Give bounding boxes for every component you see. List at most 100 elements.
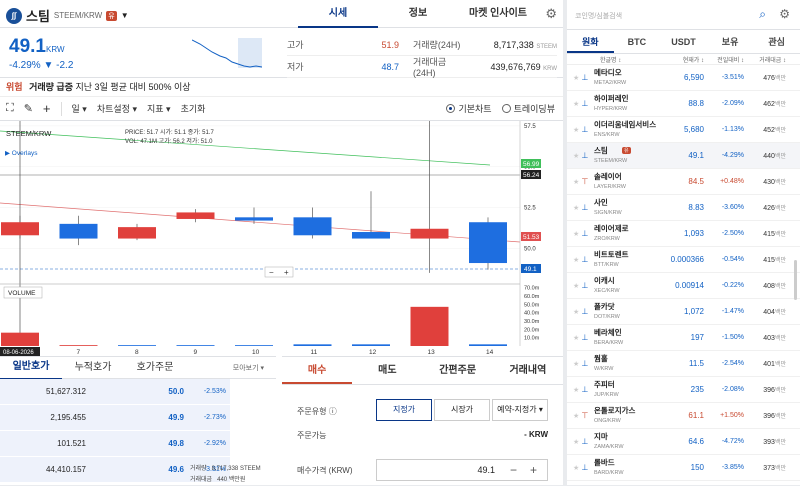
market-row[interactable]: ★ ⊥ 스팀 STEEM/KRW 49.1 -4.29% 440백만 유 (567, 143, 800, 169)
overlays-toggle[interactable]: ▶ Overlays (5, 150, 38, 157)
star-icon[interactable]: ★ (567, 438, 579, 446)
orderbook-row[interactable]: 51,627.312 50.0 -2.53% (0, 379, 276, 405)
market-price: 61.1 (688, 411, 704, 420)
star-icon[interactable]: ★ (567, 360, 579, 368)
star-icon[interactable]: ★ (567, 334, 579, 342)
tab-trade-history[interactable]: 거래내역 (493, 357, 563, 384)
gear-icon[interactable]: ⚙ (779, 7, 790, 21)
market-row[interactable]: ★ ⊥ 이캐시 XEC/KRW 0.00914 -0.22% 408백만 (567, 273, 800, 299)
minus-icon[interactable]: − (510, 463, 517, 477)
tab-holdings[interactable]: 보유 (707, 30, 754, 53)
group-view-select[interactable]: 모아보기 ▾ (233, 363, 276, 373)
star-icon[interactable]: ★ (567, 282, 579, 290)
market-row[interactable]: ★ ⊥ 지마 ZAMA/KRW 64.6 -4.72% 393백만 (567, 429, 800, 455)
tab-usdt[interactable]: USDT (660, 30, 707, 53)
market-row[interactable]: ★ ⊥ 이더리움네임서비스 ENS/KRW 5,680 -1.13% 452백만 (567, 117, 800, 143)
chevron-down-icon[interactable]: ▼ (121, 11, 129, 20)
market-change: -3.60% (721, 204, 744, 211)
market-row[interactable]: ★ ⊥ 레이어제로 ZRO/KRW 1,093 -2.50% 415백만 (567, 221, 800, 247)
interval-select[interactable]: 일 ▾ (72, 102, 87, 115)
tab-btc[interactable]: BTC (614, 30, 661, 53)
col-name[interactable]: 한글명 ↕ (567, 55, 658, 64)
price-chart[interactable]: 57.555.052.550.0 70.0m60.0m50.0m40.0m30.… (0, 121, 563, 356)
market-price: 235 (690, 385, 704, 394)
candle-body (59, 223, 98, 239)
tab-favorites[interactable]: 관심 (753, 30, 800, 53)
volume-alert-banner[interactable]: 위험 거래량 급증 지난 3일 평균 대비 500% 이상 (0, 78, 563, 97)
market-row[interactable]: ★ ⊥ 하이퍼레인 HYPER/KRW 88.8 -2.09% 462백만 (567, 91, 800, 117)
tab-cumulative-orderbook[interactable]: 누적호가 (62, 357, 124, 379)
market-volume: 393백만 (763, 439, 786, 446)
fullscreen-icon[interactable]: ⛶ (6, 102, 14, 115)
market-row[interactable]: ★ ⊥ 메타디오 META2/KRW 6,590 -3.51% 476백만 (567, 65, 800, 91)
tradingview-radio[interactable]: 트레이딩뷰 (501, 102, 555, 115)
coin-search[interactable]: 코인명/심볼검색 ⌕ ⚙ (567, 0, 800, 30)
basic-chart-radio[interactable]: 기본차트 (446, 102, 492, 115)
reset-button[interactable]: 초기화 (181, 102, 206, 115)
tab-info[interactable]: 정보 (378, 0, 458, 28)
coin-selector[interactable]: ∫∫ 스팀 STEEM/KRW 유 ▼ (6, 6, 129, 25)
market-row[interactable]: ★ ⊥ 비트토렌트 BTT/KRW 0.000366 -0.54% 415백만 (567, 247, 800, 273)
market-volume: 476백만 (763, 75, 786, 82)
plus-icon[interactable]: + (530, 463, 537, 477)
market-name: 지마 ZAMA/KRW (594, 431, 624, 450)
star-icon[interactable]: ★ (567, 74, 579, 82)
tab-quote[interactable]: 시세 (298, 0, 378, 28)
star-icon[interactable]: ★ (567, 256, 579, 264)
market-row[interactable]: ★ ⊥ 롤바드 BARD/KRW 150 -3.85% 373백만 (567, 455, 800, 481)
star-icon[interactable]: ★ (567, 230, 579, 238)
market-order-button[interactable]: 시장가 (434, 399, 490, 421)
y-tick-label: 52.5 (524, 206, 536, 212)
orderbook-price: 49.9 (130, 405, 190, 430)
buy-price-input[interactable]: 49.1 − + (376, 459, 548, 481)
orderbook-row[interactable]: 2,195.455 49.9 -2.73% (0, 405, 276, 431)
pencil-icon[interactable]: ✎ (24, 102, 33, 115)
market-row[interactable]: ★ ⊤ 온톨로지가스 ONG/KRW 61.1 +1.50% 396백만 (567, 403, 800, 429)
limit-order-button[interactable]: 지정가 (376, 399, 432, 421)
star-icon[interactable]: ★ (567, 204, 579, 212)
scrollbar[interactable] (794, 260, 797, 300)
market-change: -1.47% (721, 308, 744, 315)
indicators-button[interactable]: 지표 ▾ (147, 102, 171, 115)
zoom-out-icon[interactable]: − (269, 268, 274, 277)
star-icon[interactable]: ★ (567, 464, 579, 472)
col-price[interactable]: 현재가 ↕ (658, 55, 704, 64)
gear-icon[interactable]: ⚙ (545, 6, 557, 22)
col-volume[interactable]: 거래대금 ↕ (744, 55, 786, 64)
market-name: 비트토렌트 BTT/KRW (594, 249, 629, 268)
candle-icon: ⊥ (581, 333, 589, 342)
candle-icon: ⊥ (581, 437, 589, 446)
star-icon[interactable]: ★ (567, 126, 579, 134)
star-icon[interactable]: ★ (567, 152, 579, 160)
star-icon[interactable]: ★ (567, 308, 579, 316)
tab-buy[interactable]: 매수 (282, 357, 353, 384)
market-row[interactable]: ★ ⊥ 웜홀 W/KRW 11.5 -2.54% 401백만 (567, 351, 800, 377)
tab-sell[interactable]: 매도 (352, 357, 422, 384)
col-change[interactable]: 전일대비 ↕ (704, 55, 744, 64)
tab-krw[interactable]: 원화 (567, 30, 614, 53)
market-row[interactable]: ★ ⊥ 베라체인 BERA/KRW 197 -1.50% 403백만 (567, 325, 800, 351)
candlestick-svg[interactable]: 57.555.052.550.0 70.0m60.0m50.0m40.0m30.… (0, 121, 563, 356)
orderbook-row[interactable]: 101.521 49.8 -2.92% (0, 431, 276, 457)
star-icon[interactable]: ★ (567, 100, 579, 108)
star-icon[interactable]: ★ (567, 386, 579, 394)
zoom-in-icon[interactable]: + (284, 268, 289, 277)
tab-market-insight[interactable]: 마켓 인사이트 (458, 0, 538, 28)
market-row[interactable]: ★ ⊥ 주피터 JUP/KRW 235 -2.08% 396백만 (567, 377, 800, 403)
market-change: -2.09% (721, 100, 744, 107)
chart-settings-button[interactable]: 차트설정 ▾ (97, 102, 137, 115)
crosshair-icon[interactable]: + (43, 101, 51, 116)
market-row[interactable]: ★ ⊥ 사인 SIGN/KRW 8.83 -3.60% 426백만 (567, 195, 800, 221)
tab-orderbook-order[interactable]: 호가주문 (124, 357, 186, 379)
reserved-limit-select[interactable]: 예약-지정가 ▾ (492, 399, 548, 421)
search-input[interactable]: 코인명/심볼검색 (575, 11, 622, 21)
search-icon[interactable]: ⌕ (759, 7, 766, 22)
market-row[interactable]: ★ ⊤ 솔레이어 LAYER/KRW 84.5 +0.48% 430백만 (567, 169, 800, 195)
candle-icon: ⊥ (581, 359, 589, 368)
star-icon[interactable]: ★ (567, 412, 579, 420)
help-icon[interactable]: ⓘ (329, 407, 337, 416)
tab-simple-order[interactable]: 간편주문 (423, 357, 493, 384)
market-row[interactable]: ★ ⊥ 폴카닷 DOT/KRW 1,072 -1.47% 404백만 (567, 299, 800, 325)
tab-normal-orderbook[interactable]: 일반호가 (0, 356, 62, 380)
star-icon[interactable]: ★ (567, 178, 579, 186)
